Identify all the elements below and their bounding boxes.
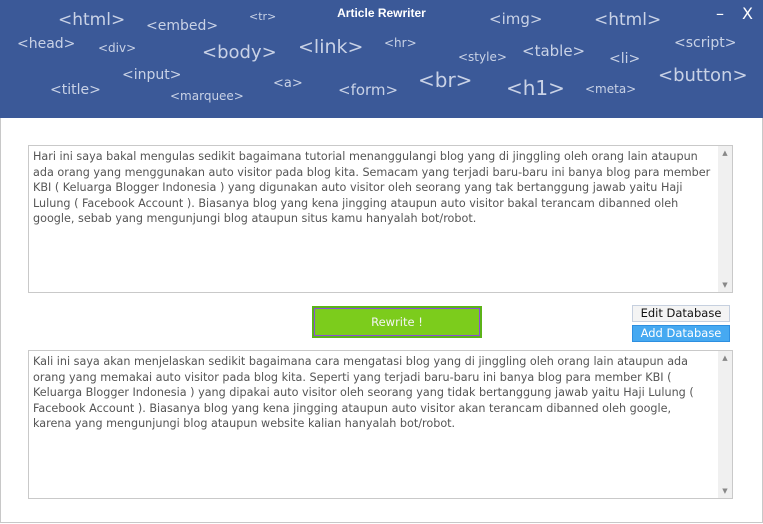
input-textarea[interactable]: Hari ini saya bakal mengulas sedikit bag…: [28, 145, 733, 293]
scroll-down-icon[interactable]: ▼: [718, 487, 732, 495]
header-tag: <embed>: [146, 18, 219, 34]
scroll-up-icon[interactable]: ▲: [718, 149, 732, 157]
header-tag: <hr>: [384, 36, 417, 50]
header-tag: <h1>: [506, 76, 565, 100]
header-tag: <head>: [17, 36, 76, 52]
minimize-button[interactable]: –: [716, 4, 724, 23]
window-title: Article Rewriter: [337, 6, 426, 20]
header-tag: <input>: [122, 67, 182, 83]
scrollbar[interactable]: ▲ ▼: [718, 146, 732, 292]
header-tag: <style>: [458, 50, 507, 64]
header-tag: <br>: [418, 68, 473, 92]
scroll-up-icon[interactable]: ▲: [718, 354, 732, 362]
scrollbar[interactable]: ▲ ▼: [718, 351, 732, 498]
rewrite-button[interactable]: Rewrite !: [312, 306, 482, 338]
header-tag: <form>: [338, 81, 399, 99]
input-text: Hari ini saya bakal mengulas sedikit bag…: [33, 150, 711, 226]
header-tag: <link>: [298, 36, 364, 58]
header-tag: <li>: [609, 51, 641, 67]
header-tag: <button>: [658, 65, 748, 86]
header-tag: <script>: [674, 35, 737, 51]
header-tag: <div>: [98, 41, 137, 55]
scroll-down-icon[interactable]: ▼: [718, 281, 732, 289]
header-tag: <a>: [273, 76, 303, 91]
edit-database-button[interactable]: Edit Database: [632, 305, 730, 322]
header-tag: <body>: [202, 42, 277, 63]
add-database-button[interactable]: Add Database: [632, 325, 730, 342]
close-button[interactable]: X: [742, 4, 753, 23]
output-textarea[interactable]: Kali ini saya akan menjelaskan sedikit b…: [28, 350, 733, 499]
header-tag: <title>: [50, 82, 101, 98]
header-tag: <table>: [522, 42, 586, 60]
header-tag: <marquee>: [170, 89, 244, 103]
title-bar: <html> <embed> <tr> <img> <html> <head> <div> <…: [0, 0, 763, 118]
header-tag: <meta>: [585, 82, 637, 96]
output-text: Kali ini saya akan menjelaskan sedikit b…: [33, 355, 694, 431]
